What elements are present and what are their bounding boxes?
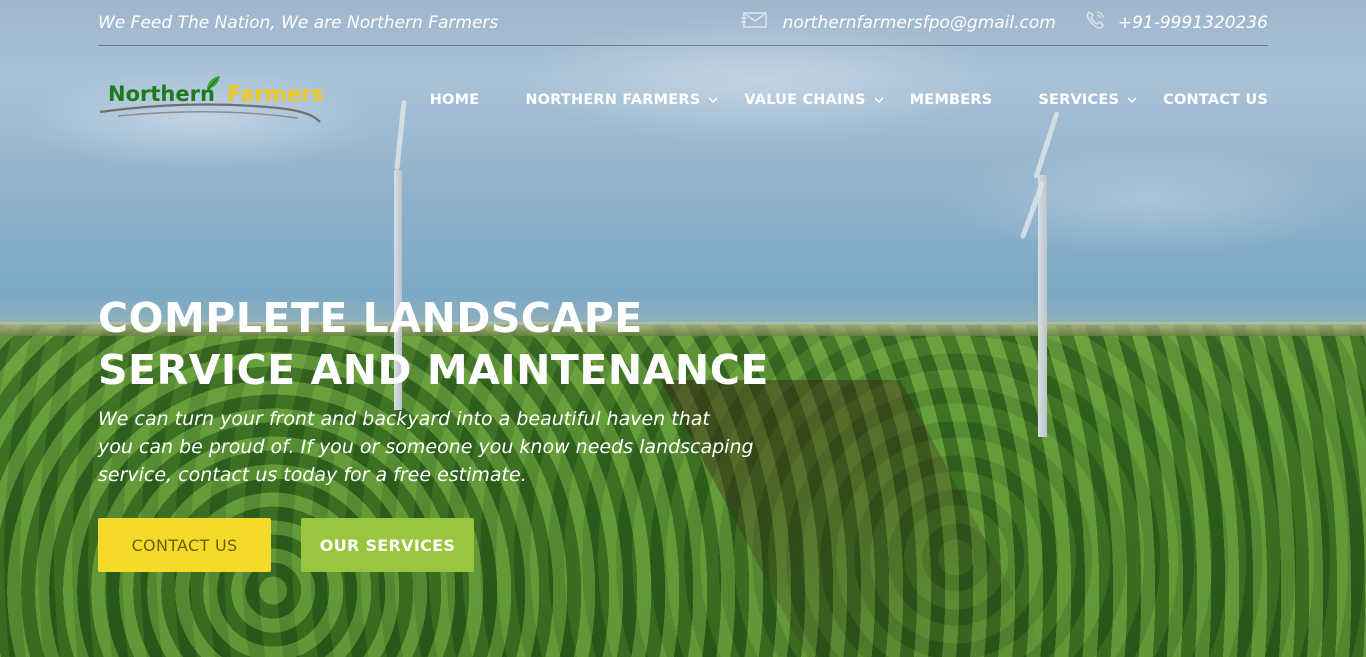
main-navigation: HOME NORTHERN FARMERS VALUE CHAINS MEMBE… <box>430 92 1268 108</box>
leaf-icon <box>204 74 222 97</box>
site-logo[interactable]: Northern Farmers <box>98 70 328 130</box>
nav-contact-us[interactable]: CONTACT US <box>1163 92 1268 108</box>
nav-value-chains-label: VALUE CHAINS <box>744 92 866 108</box>
hero-subtext-line-2: you can be proud of. If you or someone y… <box>98 436 754 458</box>
mail-icon <box>740 9 771 36</box>
chevron-down-icon <box>1127 97 1137 104</box>
nav-members-label: MEMBERS <box>909 92 993 108</box>
contact-us-button[interactable]: CONTACT US <box>98 518 271 572</box>
email-address[interactable]: northernfarmersfpo@gmail.com <box>783 13 1056 33</box>
hero-subtext: We can turn your front and backyard into… <box>98 405 758 489</box>
nav-services-label: SERVICES <box>1038 92 1120 108</box>
nav-services[interactable]: SERVICES <box>1038 92 1137 108</box>
top-bar: We Feed The Nation, We are Northern Farm… <box>98 0 1268 46</box>
nav-home-label: HOME <box>429 92 480 108</box>
email-contact[interactable]: northernfarmersfpo@gmail.com <box>740 9 1056 36</box>
tagline: We Feed The Nation, We are Northern Farm… <box>98 12 499 33</box>
nav-value-chains[interactable]: VALUE CHAINS <box>744 92 884 108</box>
phone-icon <box>1084 9 1106 36</box>
hero-headline-line-1: COMPLETE LANDSCAPE <box>98 294 643 342</box>
phone-contact[interactable]: +91-9991320236 <box>1084 9 1268 36</box>
our-services-button[interactable]: OUR SERVICES <box>301 518 474 572</box>
nav-home[interactable]: HOME <box>430 92 480 108</box>
contact-info: northernfarmersfpo@gmail.com +91-9991320… <box>740 9 1268 36</box>
phone-number[interactable]: +91-9991320236 <box>1118 13 1268 33</box>
hero-section: We Feed The Nation, We are Northern Farm… <box>0 0 1366 657</box>
nav-members[interactable]: MEMBERS <box>910 92 993 108</box>
chevron-down-icon <box>708 97 718 104</box>
sky-background <box>0 0 1366 330</box>
hero-subtext-line-1: We can turn your front and backyard into… <box>98 408 710 430</box>
nav-northern-farmers-label: NORTHERN FARMERS <box>525 92 701 108</box>
main-header: Northern Farmers HOME NORTHERN FARMERS V… <box>98 70 1268 130</box>
hero-subtext-line-3: service, contact us today for a free est… <box>98 464 527 486</box>
hero-headline: COMPLETE LANDSCAPE SERVICE AND MAINTENAN… <box>98 292 798 396</box>
chevron-down-icon <box>874 97 884 104</box>
logo-swoosh <box>99 103 321 123</box>
nav-contact-us-label: CONTACT US <box>1163 92 1268 108</box>
nav-northern-farmers[interactable]: NORTHERN FARMERS <box>525 92 718 108</box>
hero-headline-line-2: SERVICE AND MAINTENANCE <box>98 346 769 394</box>
